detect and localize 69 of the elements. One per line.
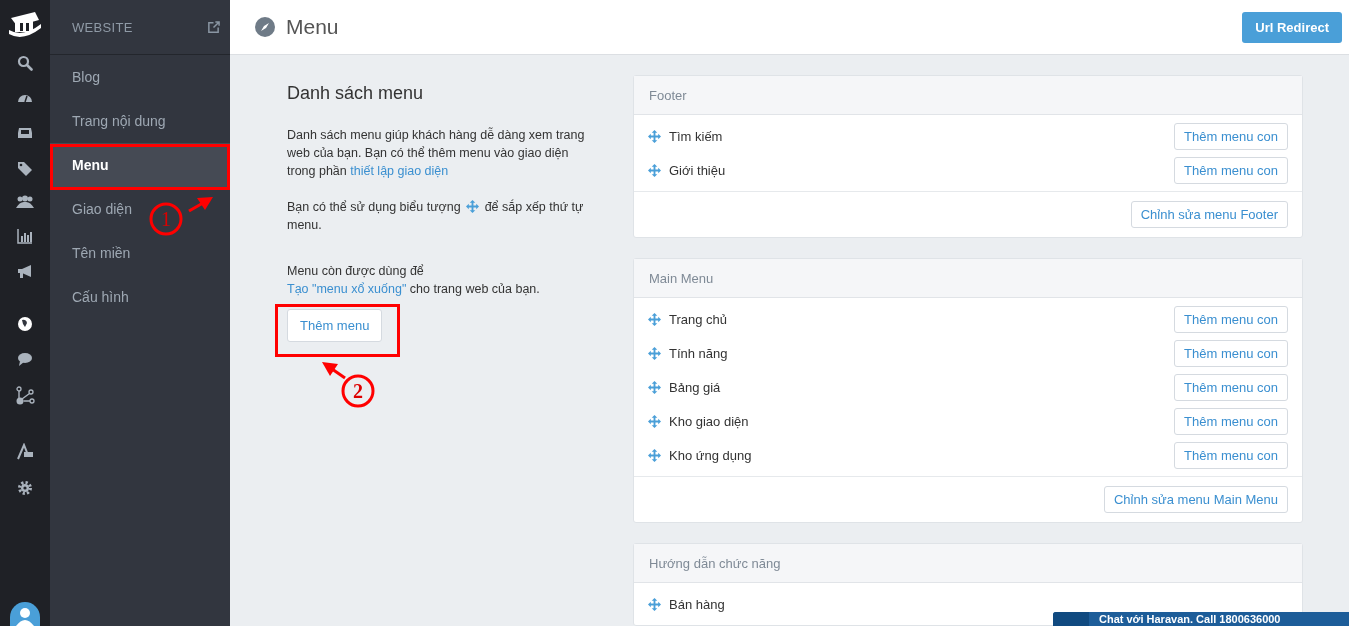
description-text: Danh sách menu giúp khách hàng dễ dàng xem trang web của bạn. Bạn có thể thêm menu vào giao diện trong phần thiết lập giao diện — [287, 126, 586, 180]
sidebar-item[interactable]: Menu — [50, 143, 230, 187]
url-redirect-button[interactable]: Url Redirect — [1242, 11, 1342, 43]
sidebar-title: WEBSITE — [72, 19, 133, 35]
globe-icon[interactable] — [17, 316, 33, 332]
step-marker — [341, 374, 375, 408]
sidebar-item[interactable]: Tên miền — [50, 231, 230, 275]
menu-item-label: Tìm kiếm — [669, 128, 723, 144]
compass-icon — [255, 17, 275, 37]
settings-icon[interactable] — [17, 480, 33, 496]
add-menu-button[interactable]: Thêm menu — [287, 309, 383, 342]
external-link-icon[interactable] — [207, 20, 220, 34]
pointer-arrow — [188, 197, 213, 213]
add-submenu-button[interactable]: Thêm menu con — [1174, 339, 1288, 367]
move-icon[interactable] — [648, 312, 661, 326]
add-submenu-button[interactable]: Thêm menu con — [1174, 156, 1288, 184]
description-text: menu. — [287, 218, 322, 232]
chat-label: Chat với Haravan. Call 1800636000 — [1098, 613, 1281, 625]
step-number: 1 — [161, 208, 171, 230]
theme-settings-link[interactable]: thiết lập giao diện — [350, 164, 449, 178]
design-tools-icon[interactable] — [16, 443, 34, 461]
add-submenu-button[interactable]: Thêm menu con — [1174, 407, 1288, 435]
move-icon[interactable] — [648, 597, 661, 611]
menu-item-label: Giới thiệu — [669, 162, 726, 178]
move-icon[interactable] — [648, 163, 661, 177]
move-icon[interactable] — [648, 414, 661, 428]
dropdown-menu-link[interactable]: Tạo "menu xổ xuống" — [287, 282, 407, 296]
add-submenu-button[interactable]: Thêm menu con — [1174, 122, 1288, 150]
chat-bar[interactable]: Chat với Haravan. Call 1800636000 — [1053, 612, 1349, 626]
avatar-icon[interactable] — [10, 602, 40, 626]
tag-icon[interactable] — [17, 160, 33, 176]
move-icon — [466, 200, 480, 213]
chat-tab — [1053, 612, 1089, 626]
panel-title: Footer — [649, 87, 687, 103]
move-icon[interactable] — [648, 129, 661, 143]
users-icon[interactable] — [16, 195, 34, 209]
description-text: Menu còn được dùng để Tạo "menu xổ xuống" cho trang web của bạn. — [287, 263, 541, 298]
add-submenu-button[interactable]: Thêm menu con — [1174, 373, 1288, 401]
step-number: 2 — [353, 380, 363, 402]
chat-icon[interactable] — [17, 351, 33, 367]
pointer-arrow — [322, 362, 346, 380]
panel-title: Hướng dẫn chức năng — [649, 555, 781, 571]
move-icon[interactable] — [648, 346, 661, 360]
sidebar-item[interactable]: Blog — [50, 55, 230, 99]
add-submenu-button[interactable]: Thêm menu con — [1174, 441, 1288, 469]
share-icon[interactable] — [15, 386, 35, 406]
panel-title: Main Menu — [649, 270, 714, 286]
move-icon[interactable] — [648, 448, 661, 462]
menu-item-label: Tính năng — [669, 345, 728, 361]
step-marker — [149, 202, 183, 236]
edit-menu-button[interactable]: Chỉnh sửa menu Footer — [1130, 201, 1288, 228]
page-title: Menu — [286, 15, 339, 39]
menu-item-label: Bán hàng — [669, 596, 725, 612]
menu-item-label: Trang chủ — [669, 311, 728, 327]
sidebar-item[interactable]: Trang nội dung — [50, 99, 230, 143]
move-icon[interactable] — [648, 380, 661, 394]
search-icon[interactable] — [17, 55, 33, 71]
sidebar-item[interactable]: Cấu hình — [50, 275, 230, 319]
menu-item-label: Kho ứng dụng — [669, 447, 752, 463]
inbox-icon[interactable] — [17, 125, 33, 141]
menu-item-label: Bảng giá — [669, 379, 721, 395]
megaphone-icon[interactable] — [17, 263, 33, 279]
description-text: Bạn có thể sử dụng biểu tượng — [287, 200, 461, 214]
description-text: để sắp xếp thứ tự — [484, 200, 584, 214]
section-heading: Danh sách menu — [287, 83, 425, 104]
menu-item-label: Kho giao diện — [669, 413, 749, 429]
edit-menu-button[interactable]: Chỉnh sửa menu Main Menu — [1103, 486, 1288, 513]
add-submenu-button[interactable]: Thêm menu con — [1174, 305, 1288, 333]
bar-chart-icon[interactable] — [17, 228, 33, 244]
